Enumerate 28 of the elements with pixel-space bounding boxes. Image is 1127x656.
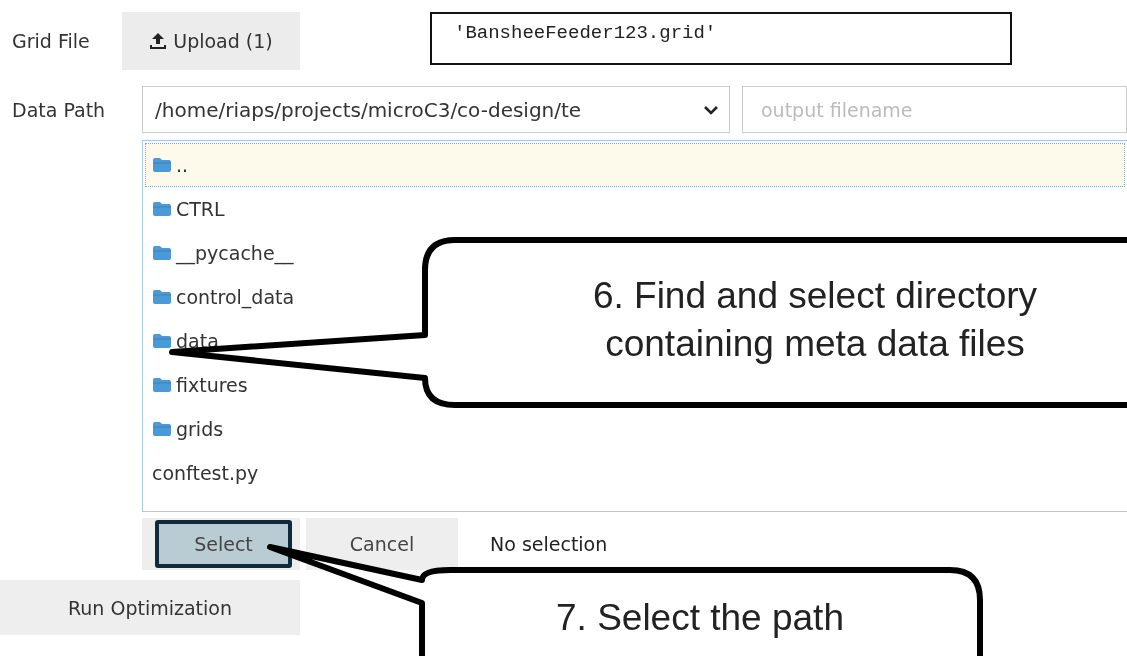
- dialog-button[interactable]: Cancel: [306, 518, 458, 570]
- dialog-button[interactable]: Select: [155, 520, 292, 568]
- folder-item[interactable]: ..: [145, 143, 1125, 187]
- path-dropdown[interactable]: /home/riaps/projects/microC3/co-design/te: [142, 86, 730, 133]
- folder-icon: [152, 333, 172, 349]
- selection-status: No selection: [490, 533, 608, 555]
- callout-text: 6. Find and select directory containing meta data files: [591, 274, 1039, 366]
- folder-icon: [152, 201, 172, 217]
- field-label: Data Path: [11, 98, 107, 121]
- output-filename-field[interactable]: output filename: [742, 86, 1127, 133]
- callout-text: 7. Select the path: [555, 596, 845, 640]
- filename-box: 'BansheeFeeder123.grid': [430, 12, 1012, 65]
- folder-item[interactable]: __pycache__: [145, 231, 301, 275]
- folder-icon: [152, 157, 172, 173]
- chevron-down-icon: [703, 104, 719, 115]
- field-label: Grid File: [11, 30, 91, 52]
- file-item[interactable]: conftest.py: [145, 451, 266, 495]
- folder-item[interactable]: grids: [145, 407, 231, 451]
- upload-button[interactable]: Upload (1): [122, 12, 300, 70]
- folder-icon: [152, 245, 172, 261]
- folder-item[interactable]: fixtures: [145, 363, 255, 407]
- folder-icon: [152, 377, 172, 393]
- folder-item[interactable]: CTRL: [145, 187, 232, 231]
- folder-icon: [152, 421, 172, 437]
- run-optimization-button[interactable]: Run Optimization: [0, 580, 300, 635]
- folder-item[interactable]: control_data: [145, 275, 302, 319]
- upload-icon: [149, 32, 168, 50]
- folder-icon: [152, 289, 172, 305]
